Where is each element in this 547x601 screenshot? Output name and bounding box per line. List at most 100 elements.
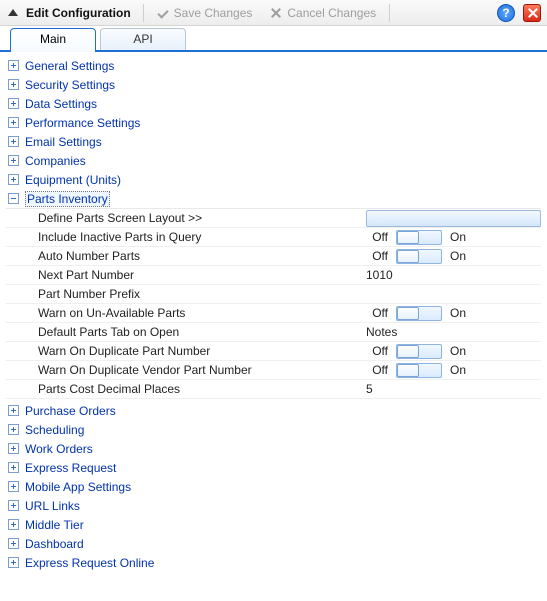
expand-icon[interactable] <box>8 557 19 568</box>
expand-icon[interactable] <box>8 481 19 492</box>
cancel-changes-button[interactable]: Cancel Changes <box>263 3 383 23</box>
row-include-inactive: Include Inactive Parts in Query Off On <box>6 228 541 247</box>
close-button[interactable] <box>523 4 541 22</box>
section-label: Express Request <box>25 461 116 475</box>
expand-icon[interactable] <box>8 155 19 166</box>
expand-icon[interactable] <box>8 60 19 71</box>
off-label: Off <box>366 249 388 263</box>
on-label: On <box>450 306 466 320</box>
section-data-settings[interactable]: Data Settings <box>6 94 541 113</box>
row-define-layout: Define Parts Screen Layout >> <box>6 209 541 228</box>
warn-dup-part-toggle[interactable] <box>396 344 442 359</box>
row-next-part-number: Next Part Number 1010 <box>6 266 541 285</box>
next-part-number-value[interactable]: 1010 <box>366 268 393 282</box>
off-label: Off <box>366 306 388 320</box>
section-middle-tier[interactable]: Middle Tier <box>6 515 541 534</box>
off-label: Off <box>366 344 388 358</box>
warn-unavailable-toggle[interactable] <box>396 306 442 321</box>
section-equipment[interactable]: Equipment (Units) <box>6 170 541 189</box>
warn-dup-vendor-toggle[interactable] <box>396 363 442 378</box>
expand-icon[interactable] <box>8 500 19 511</box>
expand-icon[interactable] <box>8 443 19 454</box>
expand-icon[interactable] <box>8 538 19 549</box>
tab-api[interactable]: API <box>100 28 186 50</box>
save-changes-button[interactable]: Save Changes <box>150 3 260 23</box>
section-label: Express Request Online <box>25 556 154 570</box>
include-inactive-toggle[interactable] <box>396 230 442 245</box>
cost-decimals-value[interactable]: 5 <box>366 382 373 396</box>
section-label: Parts Inventory <box>25 191 110 207</box>
section-label: Equipment (Units) <box>25 173 121 187</box>
row-default-tab: Default Parts Tab on Open Notes <box>6 323 541 342</box>
expand-icon[interactable] <box>8 136 19 147</box>
section-label: Purchase Orders <box>25 404 116 418</box>
on-label: On <box>450 344 466 358</box>
default-tab-value[interactable]: Notes <box>366 325 397 339</box>
expand-icon[interactable] <box>8 79 19 90</box>
section-dashboard[interactable]: Dashboard <box>6 534 541 553</box>
section-label: Data Settings <box>25 97 97 111</box>
expand-icon[interactable] <box>8 462 19 473</box>
separator <box>143 4 144 22</box>
section-mobile-app[interactable]: Mobile App Settings <box>6 477 541 496</box>
section-general-settings[interactable]: General Settings <box>6 56 541 75</box>
section-security-settings[interactable]: Security Settings <box>6 75 541 94</box>
section-companies[interactable]: Companies <box>6 151 541 170</box>
expand-icon[interactable] <box>8 98 19 109</box>
section-email-settings[interactable]: Email Settings <box>6 132 541 151</box>
expand-icon[interactable] <box>8 117 19 128</box>
cancel-label: Cancel Changes <box>287 6 376 20</box>
on-label: On <box>450 230 466 244</box>
help-button[interactable]: ? <box>497 4 515 22</box>
parts-inventory-properties: Define Parts Screen Layout >> Include In… <box>6 208 541 399</box>
collapse-icon[interactable] <box>8 193 19 204</box>
section-label: Mobile App Settings <box>25 480 131 494</box>
tab-main[interactable]: Main <box>10 28 96 52</box>
prop-label: Include Inactive Parts in Query <box>6 230 358 244</box>
expand-icon[interactable] <box>8 405 19 416</box>
off-label: Off <box>366 230 388 244</box>
section-label: Scheduling <box>25 423 84 437</box>
prop-label: Warn on Un-Available Parts <box>6 306 358 320</box>
on-label: On <box>450 363 466 377</box>
auto-number-toggle[interactable] <box>396 249 442 264</box>
section-express-request[interactable]: Express Request <box>6 458 541 477</box>
expand-icon[interactable] <box>8 174 19 185</box>
section-label: Performance Settings <box>25 116 140 130</box>
check-icon <box>157 7 169 19</box>
expand-icon[interactable] <box>8 424 19 435</box>
toolbar: Edit Configuration Save Changes Cancel C… <box>0 0 547 26</box>
section-work-orders[interactable]: Work Orders <box>6 439 541 458</box>
expand-icon[interactable] <box>8 519 19 530</box>
prop-label: Warn On Duplicate Part Number <box>6 344 358 358</box>
define-layout-button[interactable] <box>366 210 541 227</box>
section-label: Email Settings <box>25 135 102 149</box>
section-scheduling[interactable]: Scheduling <box>6 420 541 439</box>
prop-label: Parts Cost Decimal Places <box>6 382 358 396</box>
section-performance-settings[interactable]: Performance Settings <box>6 113 541 132</box>
section-purchase-orders[interactable]: Purchase Orders <box>6 401 541 420</box>
row-auto-number: Auto Number Parts Off On <box>6 247 541 266</box>
collapse-chevron-icon[interactable] <box>8 9 18 16</box>
x-icon <box>270 7 282 19</box>
row-cost-decimals: Parts Cost Decimal Places 5 <box>6 380 541 399</box>
prop-label: Warn On Duplicate Vendor Part Number <box>6 363 358 377</box>
section-label: Work Orders <box>25 442 93 456</box>
prop-label: Part Number Prefix <box>6 287 358 301</box>
settings-tree: General Settings Security Settings Data … <box>0 52 547 580</box>
section-express-request-online[interactable]: Express Request Online <box>6 553 541 572</box>
prop-label: Auto Number Parts <box>6 249 358 263</box>
tab-strip: Main API <box>0 26 547 52</box>
row-part-number-prefix: Part Number Prefix <box>6 285 541 304</box>
separator <box>389 4 390 22</box>
prop-label: Next Part Number <box>6 268 358 282</box>
section-url-links[interactable]: URL Links <box>6 496 541 515</box>
row-warn-dup-vendor: Warn On Duplicate Vendor Part Number Off… <box>6 361 541 380</box>
section-parts-inventory[interactable]: Parts Inventory <box>6 189 541 208</box>
row-warn-dup-part: Warn On Duplicate Part Number Off On <box>6 342 541 361</box>
section-label: Middle Tier <box>25 518 84 532</box>
section-label: General Settings <box>25 59 114 73</box>
section-label: Security Settings <box>25 78 115 92</box>
on-label: On <box>450 249 466 263</box>
section-label: Dashboard <box>25 537 84 551</box>
